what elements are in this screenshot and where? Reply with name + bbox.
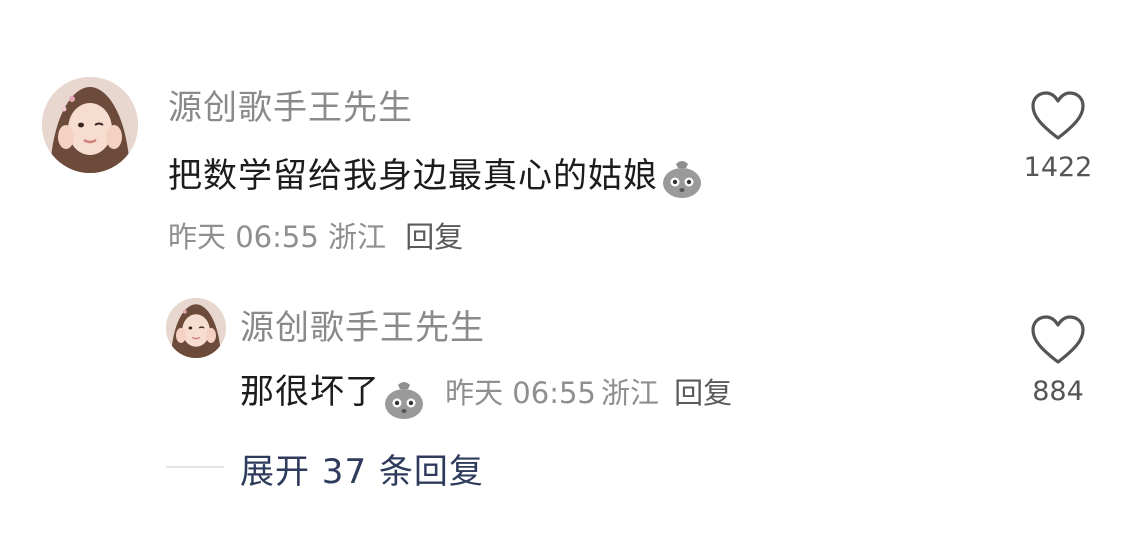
comment-like-count: 1422 [1023,152,1093,183]
reply-location: 浙江 [600,376,659,410]
reply-like[interactable]: 884 [1008,314,1108,407]
comment-time: 昨天 06:55 [168,220,319,254]
reply-like-count: 884 [1032,376,1084,407]
heart-icon[interactable] [1029,314,1087,366]
comment-meta: 昨天 06:55 浙江 回复 [168,214,463,256]
reply-reply-button[interactable]: 回复 [674,376,732,410]
comment-like[interactable]: 1422 [1008,90,1108,183]
comment-avatar[interactable] [42,77,138,173]
avatar-image [42,77,138,173]
reply-text: 那很坏了 [240,372,380,412]
reply-username[interactable]: 源创歌手王先生 [240,300,485,349]
reply-avatar[interactable] [166,298,226,358]
bag-face-emoji-icon [382,377,426,421]
avatar-image [166,298,226,358]
comment-text: 把数学留给我身边最真心的姑娘 [168,148,704,200]
expand-divider [166,466,224,468]
reply-body: 那很坏了 昨天 06:55 浙江 回复 [240,364,732,421]
comment-reply-button[interactable]: 回复 [405,220,463,254]
heart-icon[interactable] [1029,90,1087,142]
comment-username[interactable]: 源创歌手王先生 [168,80,413,129]
bag-face-emoji-icon [660,156,704,200]
comment-text-content: 把数学留给我身边最真心的姑娘 [168,156,658,196]
reply-time: 昨天 06:55 [445,376,596,410]
comment-location: 浙江 [328,220,387,254]
expand-replies-button[interactable]: 展开 37 条回复 [240,444,484,493]
